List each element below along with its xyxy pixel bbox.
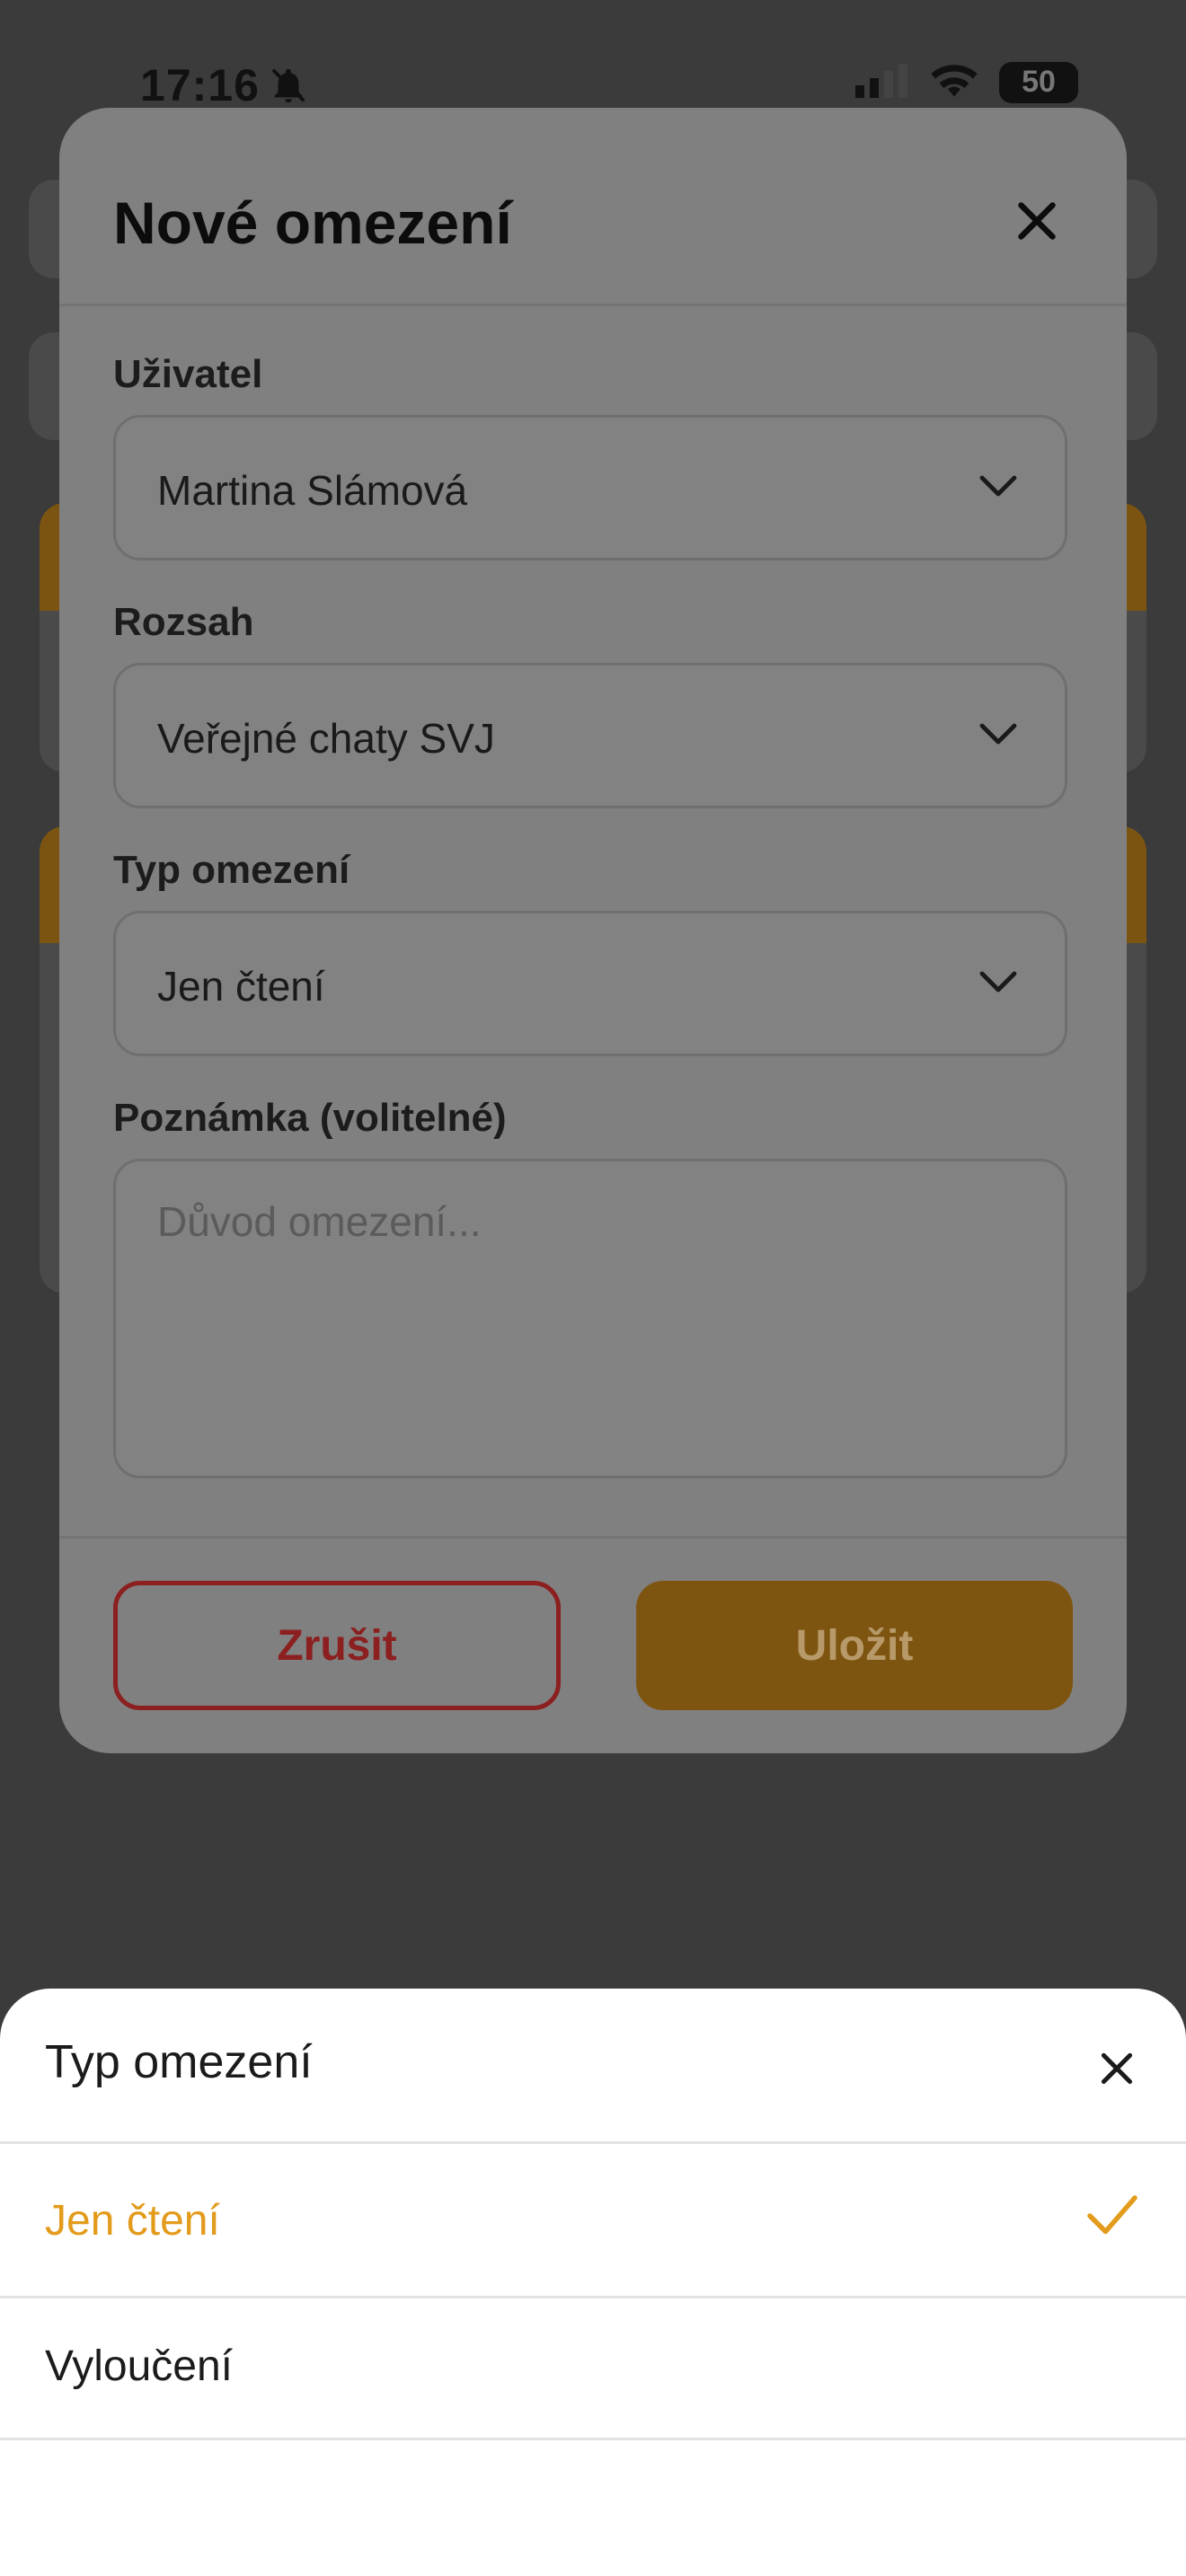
status-time: 17:16 <box>140 60 260 110</box>
user-select[interactable]: Martina Slámová <box>113 415 1067 560</box>
note-label: Poznámka (volitelné) <box>113 1096 507 1140</box>
scope-label: Rozsah <box>113 600 254 644</box>
bell-off-icon <box>268 65 309 110</box>
status-icons: 50 <box>855 61 1078 103</box>
new-restriction-modal: Nové omezení Uživatel Martina Slámová Ro… <box>59 108 1127 1753</box>
restriction-type-sheet: Typ omezení Jen čtení Vyloučení <box>0 1989 1186 2576</box>
close-icon[interactable] <box>1094 2046 1139 2091</box>
type-select[interactable]: Jen čtení <box>113 911 1067 1056</box>
note-placeholder: Důvod omezení... <box>157 1198 482 1245</box>
chevron-down-icon <box>978 473 1018 500</box>
option-read-only[interactable]: Jen čtení <box>0 2144 1186 2295</box>
save-button[interactable]: Uložit <box>636 1581 1073 1710</box>
option-label: Vyloučení <box>45 2342 234 2390</box>
scope-select[interactable]: Veřejné chaty SVJ <box>113 663 1067 808</box>
modal-header: Nové omezení <box>59 108 1127 306</box>
cancel-button[interactable]: Zrušit <box>113 1581 561 1710</box>
modal-title: Nové omezení <box>113 190 512 256</box>
note-textarea[interactable]: Důvod omezení... <box>113 1159 1067 1478</box>
sheet-divider <box>0 2438 1186 2440</box>
chevron-down-icon <box>978 969 1018 996</box>
user-select-value: Martina Slámová <box>157 467 468 514</box>
wifi-icon <box>929 61 979 103</box>
scope-select-value: Veřejné chaty SVJ <box>157 715 495 762</box>
option-exclusion[interactable]: Vyloučení <box>0 2298 1186 2433</box>
signal-icon <box>855 62 909 102</box>
chevron-down-icon <box>978 721 1018 748</box>
modal-footer-divider <box>59 1536 1127 1539</box>
option-label: Jen čtení <box>45 2197 220 2245</box>
close-icon[interactable] <box>1010 194 1064 248</box>
battery-icon: 50 <box>999 61 1078 103</box>
type-select-value: Jen čtení <box>157 963 325 1010</box>
type-label: Typ omezení <box>113 848 350 892</box>
checkmark-icon <box>1085 2192 1139 2239</box>
user-label: Uživatel <box>113 352 263 396</box>
sheet-title: Typ omezení <box>45 2036 313 2088</box>
